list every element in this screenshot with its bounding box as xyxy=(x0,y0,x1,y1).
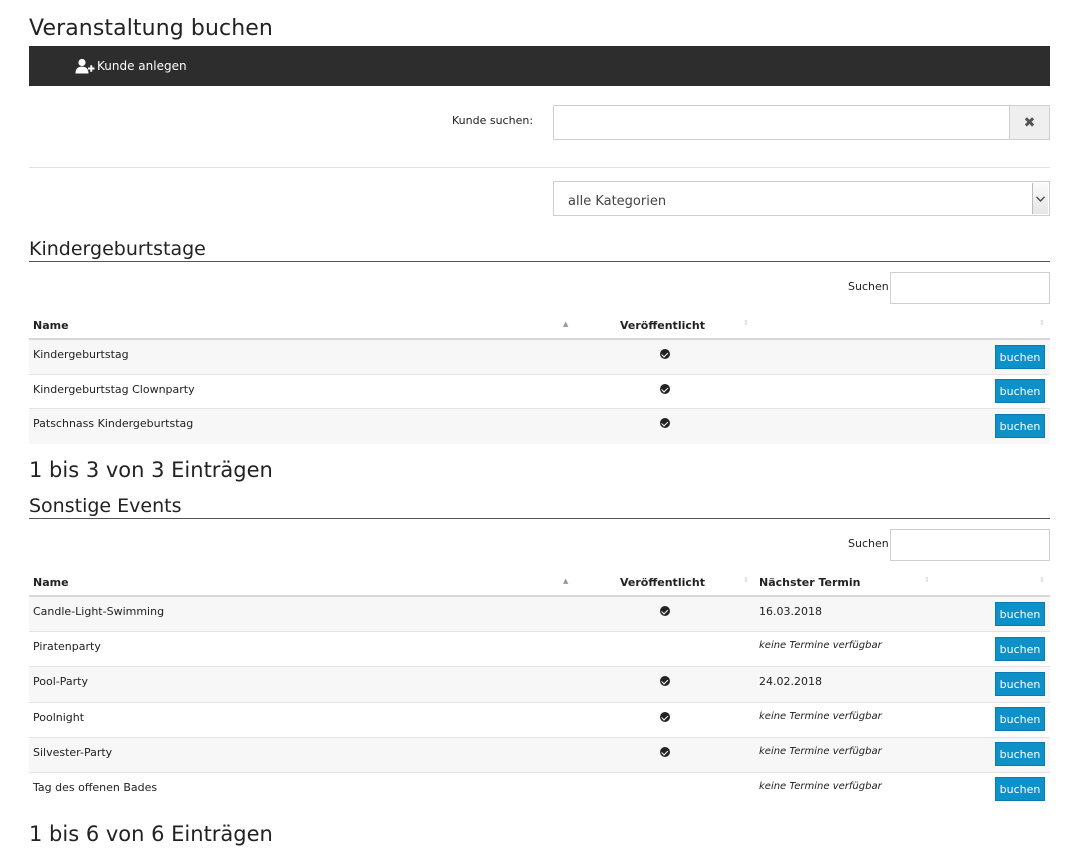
check-circle-icon xyxy=(660,384,670,394)
sort-icon: ⇕ xyxy=(1039,576,1045,584)
table-row: Tag des offenen Bades keine Termine verf… xyxy=(29,773,1050,808)
event-name: Silvester-Party xyxy=(33,746,113,759)
table-row: Piratenparty keine Termine verfügbar buc… xyxy=(29,632,1050,667)
table-row: Kindergeburtstag buchen xyxy=(29,340,1050,375)
table-info: 1 bis 3 von 3 Einträgen xyxy=(29,458,273,482)
category-select-value: alle Kategorien xyxy=(568,194,667,209)
book-button[interactable]: buchen xyxy=(995,707,1045,731)
divider xyxy=(29,167,1050,168)
sort-icon: ⇕ xyxy=(1039,319,1045,327)
event-name: Poolnight xyxy=(33,711,85,724)
sort-icon: ⇕ xyxy=(743,319,749,327)
chevron-down-icon xyxy=(1032,183,1048,214)
table-row: Patschnass Kindergeburtstag buchen xyxy=(29,409,1050,444)
section-rule xyxy=(29,518,1050,519)
sort-icon: ⇕ xyxy=(924,576,930,584)
event-name: Kindergeburtstag Clownparty xyxy=(33,383,195,396)
event-name: Kindergeburtstag xyxy=(33,348,129,361)
event-name: Piratenparty xyxy=(33,640,101,653)
user-plus-icon xyxy=(75,58,95,74)
new-customer-label: Kunde anlegen xyxy=(97,59,187,73)
section-title: Kindergeburtstage xyxy=(29,238,206,260)
check-circle-icon xyxy=(660,747,670,757)
close-icon: ✖ xyxy=(1023,114,1036,131)
next-date: 16.03.2018 xyxy=(759,605,822,618)
book-button[interactable]: buchen xyxy=(995,414,1045,438)
table-row: Pool-Party 24.02.2018 buchen xyxy=(29,667,1050,703)
page-title: Veranstaltung buchen xyxy=(29,16,273,41)
check-circle-icon xyxy=(660,606,670,616)
section-title: Sonstige Events xyxy=(29,495,182,517)
next-date: keine Termine verfügbar xyxy=(759,781,882,792)
book-button[interactable]: buchen xyxy=(995,742,1045,766)
next-date: 24.02.2018 xyxy=(759,675,822,688)
column-header-published[interactable]: Veröffentlicht xyxy=(620,576,705,589)
event-name: Patschnass Kindergeburtstag xyxy=(33,417,194,430)
book-button[interactable]: buchen xyxy=(995,637,1045,661)
book-button[interactable]: buchen xyxy=(995,672,1045,696)
column-header-published[interactable]: Veröffentlicht xyxy=(620,319,705,332)
column-header-name[interactable]: Name xyxy=(33,576,69,589)
event-name: Pool-Party xyxy=(33,675,88,688)
sort-icon: ⇕ xyxy=(743,576,749,584)
table-info: 1 bis 6 von 6 Einträgen xyxy=(29,822,273,846)
sort-asc-icon: ▲ xyxy=(563,577,569,585)
customer-search-label: Kunde suchen: xyxy=(452,114,534,127)
book-button[interactable]: buchen xyxy=(995,379,1045,403)
check-circle-icon xyxy=(660,418,670,428)
column-header-next-date[interactable]: Nächster Termin xyxy=(759,576,861,589)
next-date: keine Termine verfügbar xyxy=(759,640,882,651)
next-date: keine Termine verfügbar xyxy=(759,711,882,722)
check-circle-icon xyxy=(660,349,670,359)
event-name: Tag des offenen Bades xyxy=(33,781,158,794)
column-header-name[interactable]: Name xyxy=(33,319,69,332)
book-button[interactable]: buchen xyxy=(995,345,1045,369)
table-row: Kindergeburtstag Clownparty buchen xyxy=(29,375,1050,409)
category-select[interactable]: alle Kategorien xyxy=(553,181,1050,216)
section-rule xyxy=(29,261,1050,262)
check-circle-icon xyxy=(660,712,670,722)
new-customer-button[interactable]: Kunde anlegen xyxy=(75,58,187,74)
next-date: keine Termine verfügbar xyxy=(759,746,882,757)
table-search-input[interactable] xyxy=(890,272,1050,304)
table-row: Silvester-Party keine Termine verfügbar … xyxy=(29,738,1050,773)
table-row: Candle-Light-Swimming 16.03.2018 buchen xyxy=(29,597,1050,632)
event-name: Candle-Light-Swimming xyxy=(33,605,165,618)
customer-search-clear-button[interactable]: ✖ xyxy=(1009,105,1050,140)
toolbar: Kunde anlegen xyxy=(29,46,1050,86)
table-search-input[interactable] xyxy=(890,529,1050,561)
table-search-label: Suchen xyxy=(848,537,889,550)
table-row: Poolnight keine Termine verfügbar buchen xyxy=(29,703,1050,738)
book-button[interactable]: buchen xyxy=(995,602,1045,626)
check-circle-icon xyxy=(660,676,670,686)
sort-asc-icon: ▲ xyxy=(563,320,569,328)
table-search-label: Suchen xyxy=(848,280,889,293)
customer-search-input[interactable] xyxy=(553,105,1010,140)
book-button[interactable]: buchen xyxy=(995,777,1045,801)
